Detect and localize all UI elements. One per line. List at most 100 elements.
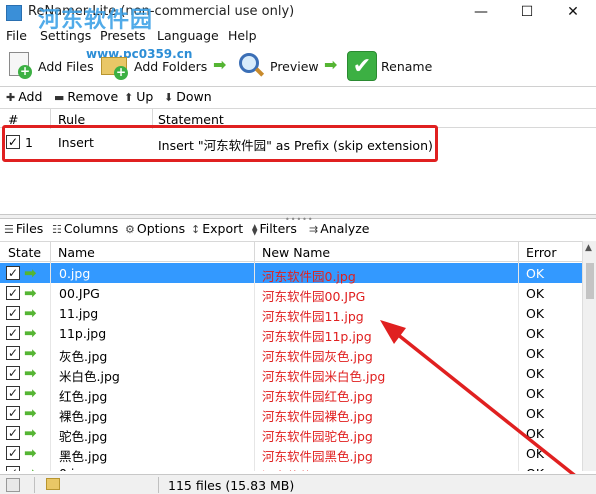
state-arrow-icon: ➡ [24, 424, 37, 442]
state-arrow-icon: ➡ [24, 464, 37, 471]
file-checkbox[interactable]: ✓ [6, 346, 20, 360]
files-col-error[interactable]: Error [526, 245, 556, 260]
move-down-label: Down [176, 89, 212, 104]
renamer-window: ReNamer Lite (non-commercial use only) 河… [0, 0, 596, 494]
menu-file[interactable]: File [6, 28, 27, 43]
maximize-button[interactable]: ☐ [504, 0, 550, 26]
file-row[interactable]: ✓ ➡ 米白色.jpg 河东软件园米白色.jpg OK [0, 363, 582, 384]
move-down-button[interactable]: ⬇ Down [164, 89, 212, 104]
menu-presets[interactable]: Presets [100, 28, 146, 43]
folder-status-icon[interactable] [46, 478, 60, 490]
minimize-button[interactable]: — [458, 0, 504, 26]
file-row[interactable]: ✓ ➡ 裸色.jpg 河东软件园裸色.jpg OK [0, 403, 582, 424]
file-checkbox[interactable]: ✓ [6, 426, 20, 440]
file-row[interactable]: ✓➡0.jpg河东软件园0.jpgOK [0, 263, 582, 284]
add-folders-button[interactable]: + Add Folders [100, 50, 207, 82]
rename-button[interactable]: ✔ Rename [347, 50, 432, 82]
file-row[interactable]: ✓ ➡ 11.jpg 河东软件园11.jpg OK [0, 303, 582, 324]
highlight-box [2, 125, 438, 162]
file-checkbox[interactable]: ✓ [6, 306, 20, 320]
file-name: 0.jpg [59, 266, 91, 281]
arrow-right-icon: ➡ [324, 55, 338, 74]
file-error: OK [526, 266, 545, 281]
plus-icon: ✚ [6, 91, 16, 104]
state-arrow-icon: ➡ [24, 364, 37, 382]
state-arrow-icon: ➡ [24, 384, 37, 402]
file-checkbox[interactable]: ✓ [6, 406, 20, 420]
columns-menu-label: Columns [63, 221, 119, 236]
arrow-up-icon: ⬆ [124, 91, 134, 104]
file-checkbox[interactable]: ✓ [6, 386, 20, 400]
panel-splitter[interactable]: ••••• [0, 214, 596, 224]
title-bar: ReNamer Lite (non-commercial use only) 河… [0, 0, 596, 33]
add-file-status-icon[interactable] [6, 478, 20, 492]
file-error: OK [526, 386, 545, 401]
remove-rule-label: Remove [67, 89, 119, 104]
move-up-button[interactable]: ⬆ Up [124, 89, 153, 104]
arrow-down-icon: ⬇ [164, 91, 174, 104]
files-scrollbar[interactable]: ▲ [582, 241, 596, 471]
analyze-menu-button[interactable]: ⇉ Analyze [309, 221, 369, 236]
file-error: OK [526, 406, 545, 421]
files-toolbar: ☰ Files ☷ Columns ⚙ Options ↕ Export ⧫ Filter… [0, 220, 596, 240]
files-list: ✓ ➡ 0.jpg 河东软件园0.jpg OK ✓ ➡ 00.JPG 河东软件园00.JPG OK… [0, 263, 582, 471]
file-error: OK [526, 306, 545, 321]
options-icon: ⚙ [125, 223, 135, 236]
files-menu-button[interactable]: ☰ Files [4, 221, 43, 236]
files-header: State Name New Name Error [0, 241, 582, 263]
filter-icon: ⧫ [252, 223, 258, 236]
add-rule-button[interactable]: ✚ Add [6, 89, 42, 104]
file-row[interactable]: ✓ ➡ 红色.jpg 河东软件园红色.jpg OK [0, 383, 582, 404]
file-row[interactable]: ✓ ➡ 黑色.jpg 河东软件园黑色.jpg OK [0, 443, 582, 464]
scrollbar-thumb[interactable] [586, 263, 594, 299]
preview-button[interactable]: Preview [236, 50, 319, 82]
files-icon: ☰ [4, 223, 14, 236]
add-files-icon: + [6, 51, 34, 81]
file-row[interactable]: ✓ ➡ 00.JPG 河东软件园00.JPG OK [0, 283, 582, 304]
magnifier-icon [236, 51, 266, 81]
close-button[interactable]: ✕ [550, 0, 596, 26]
files-col-new-name[interactable]: New Name [262, 245, 330, 260]
add-folders-label: Add Folders [134, 58, 208, 74]
file-error: OK [526, 346, 545, 361]
analyze-icon: ⇉ [309, 223, 319, 236]
state-arrow-icon: ➡ [24, 404, 37, 422]
file-name: 00.JPG [59, 286, 100, 301]
file-row[interactable]: ✓ ➡ 11p.jpg 河东软件园11p.jpg OK [0, 323, 582, 344]
filters-menu-button[interactable]: ⧫ Filters [252, 221, 297, 236]
rename-label: Rename [381, 58, 433, 74]
file-name: 0.jpg [59, 466, 90, 471]
file-row[interactable]: ✓ ➡ 灰色.jpg 河东软件园灰色.jpg OK [0, 343, 582, 364]
add-files-button[interactable]: + Add Files [6, 50, 94, 82]
file-checkbox[interactable]: ✓ [6, 266, 20, 280]
rules-toolbar: ✚ Add ▬ Remove ⬆ Up ⬇ Down [0, 86, 596, 107]
state-arrow-icon: ➡ [24, 444, 37, 462]
add-folders-icon: + [100, 51, 130, 81]
filters-menu-label: Filters [259, 221, 297, 236]
file-error: OK [526, 326, 545, 341]
file-checkbox[interactable]: ✓ [6, 366, 20, 380]
file-checkbox[interactable]: ✓ [6, 446, 20, 460]
app-icon [6, 5, 22, 21]
add-files-label: Add Files [38, 58, 94, 74]
menu-settings[interactable]: Settings [40, 28, 91, 43]
file-row[interactable]: ✓ ➡ 驼色.jpg 河东软件园驼色.jpg OK [0, 423, 582, 444]
menu-language[interactable]: Language [157, 28, 219, 43]
file-error: OK [526, 446, 545, 461]
files-col-state[interactable]: State [8, 245, 41, 260]
file-row[interactable]: ✓➡0.jpg河东软件园0.jpgOK [0, 463, 582, 471]
columns-menu-button[interactable]: ☷ Columns [52, 221, 118, 236]
menu-help[interactable]: Help [228, 28, 257, 43]
file-checkbox[interactable]: ✓ [6, 286, 20, 300]
options-menu-button[interactable]: ⚙ Options [125, 221, 185, 236]
export-menu-button[interactable]: ↕ Export [191, 221, 243, 236]
move-up-label: Up [136, 89, 154, 104]
remove-rule-button[interactable]: ▬ Remove [54, 89, 118, 104]
main-toolbar: + Add Files + Add Folders ➡ Preview ➡ ✔ … [0, 46, 596, 84]
file-checkbox[interactable]: ✓ [6, 466, 20, 471]
minus-icon: ▬ [54, 91, 65, 104]
files-col-name[interactable]: Name [58, 245, 95, 260]
file-error: OK [526, 286, 545, 301]
file-checkbox[interactable]: ✓ [6, 326, 20, 340]
scroll-up-icon[interactable]: ▲ [585, 243, 592, 253]
